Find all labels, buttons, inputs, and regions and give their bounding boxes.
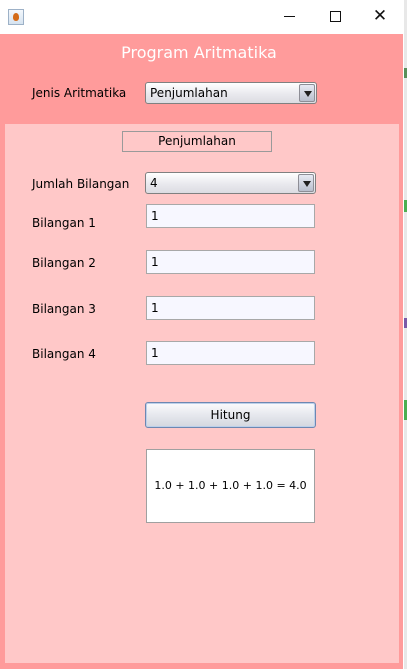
maximize-button[interactable] (312, 0, 358, 34)
bilangan-2-field[interactable]: 1 (146, 250, 315, 274)
result-display: 1.0 + 1.0 + 1.0 + 1.0 = 4.0 (146, 449, 315, 523)
jumlah-bilangan-select[interactable]: 4 (145, 172, 316, 194)
minimize-button[interactable] (266, 0, 312, 34)
java-cup-icon (8, 9, 24, 25)
bilangan-3-field[interactable]: 1 (146, 296, 315, 320)
close-icon: ✕ (372, 6, 388, 26)
panel-title: Penjumlahan (122, 131, 272, 152)
bilangan-2-label: Bilangan 2 (32, 256, 96, 270)
bilangan-1-field[interactable]: 1 (146, 204, 315, 228)
jumlah-bilangan-label: Jumlah Bilangan (32, 177, 130, 191)
chevron-down-icon[interactable] (299, 84, 315, 102)
bilangan-3-label: Bilangan 3 (32, 302, 96, 316)
chevron-down-icon[interactable] (298, 174, 314, 192)
jumlah-bilangan-value: 4 (150, 176, 158, 190)
bilangan-4-field[interactable]: 1 (146, 341, 315, 365)
bilangan-1-label: Bilangan 1 (32, 216, 96, 230)
maximize-icon (329, 11, 341, 22)
title-bar: ✕ (0, 0, 403, 34)
jenis-aritmatika-label: Jenis Aritmatika (32, 86, 127, 100)
jenis-aritmatika-select[interactable]: Penjumlahan (145, 82, 317, 104)
close-button[interactable]: ✕ (357, 0, 403, 34)
minimize-icon (283, 16, 295, 17)
bilangan-4-label: Bilangan 4 (32, 347, 96, 361)
jenis-aritmatika-value: Penjumlahan (150, 86, 228, 100)
page-title: Program Aritmatika (121, 43, 277, 62)
hitung-button[interactable]: Hitung (145, 402, 316, 428)
application-window: ✕ Program Aritmatika Jenis Aritmatika Pe… (0, 0, 403, 669)
